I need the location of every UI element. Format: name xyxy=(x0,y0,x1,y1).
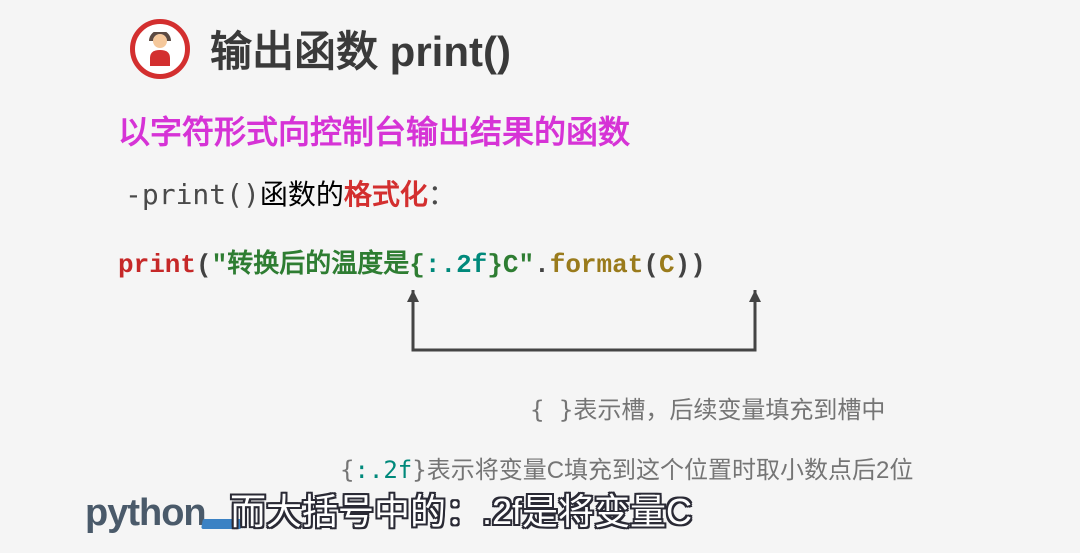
code-fmt: :.2f xyxy=(425,250,487,280)
note1-brace: { } xyxy=(530,396,573,424)
note2-brace1: { xyxy=(340,456,354,484)
note2-brace2: } xyxy=(412,456,426,484)
code-str2: C xyxy=(503,250,519,280)
arrow-diagram xyxy=(405,290,775,370)
python-logo: python xyxy=(85,492,242,535)
subtitle-caption: 而大括号中的：.2f是将变量C xyxy=(230,483,692,535)
code-dot: . xyxy=(534,250,550,280)
code-var: C xyxy=(659,250,675,280)
code-quote2: " xyxy=(519,250,535,280)
page-title: 输出函数 print() xyxy=(210,18,511,79)
logo-text: python xyxy=(85,492,206,535)
note2-fmt: :.2f xyxy=(354,456,412,484)
subtitle: 以字符形式向控制台输出结果的函数 xyxy=(0,79,1080,153)
person-icon xyxy=(130,19,190,79)
code-format: format xyxy=(550,250,644,280)
code-paren1: ( xyxy=(196,250,212,280)
note1-text: 表示槽，后续变量填充到槽中 xyxy=(573,397,885,424)
code-str1: 转换后的温度是 xyxy=(227,250,409,280)
header-row: 输出函数 print() xyxy=(0,0,1080,79)
format-line: -print()函数的格式化： xyxy=(0,153,1080,213)
colon: ： xyxy=(428,179,456,210)
text1: 函数的 xyxy=(260,179,344,210)
note-format: {:.2f}表示将变量C填充到这个位置时取小数点后2位 xyxy=(340,450,913,485)
red-text: 格式化 xyxy=(344,179,428,210)
dash: - xyxy=(125,178,142,211)
code-print: print xyxy=(118,250,196,280)
code-paren2: ( xyxy=(643,250,659,280)
code-brace2: } xyxy=(487,250,503,280)
note2-text: 表示将变量C填充到这个位置时取小数点后2位 xyxy=(427,457,914,484)
code-line: print("转换后的温度是{:.2f}C".format(C)) xyxy=(0,213,1080,280)
code-paren4: ) xyxy=(690,250,706,280)
note-slot: { }表示槽，后续变量填充到槽中 xyxy=(530,390,885,425)
print-word: print() xyxy=(142,178,260,211)
teacher-icon xyxy=(145,32,175,66)
code-paren3: ) xyxy=(675,250,691,280)
code-quote1: " xyxy=(212,250,228,280)
code-brace1: { xyxy=(409,250,425,280)
